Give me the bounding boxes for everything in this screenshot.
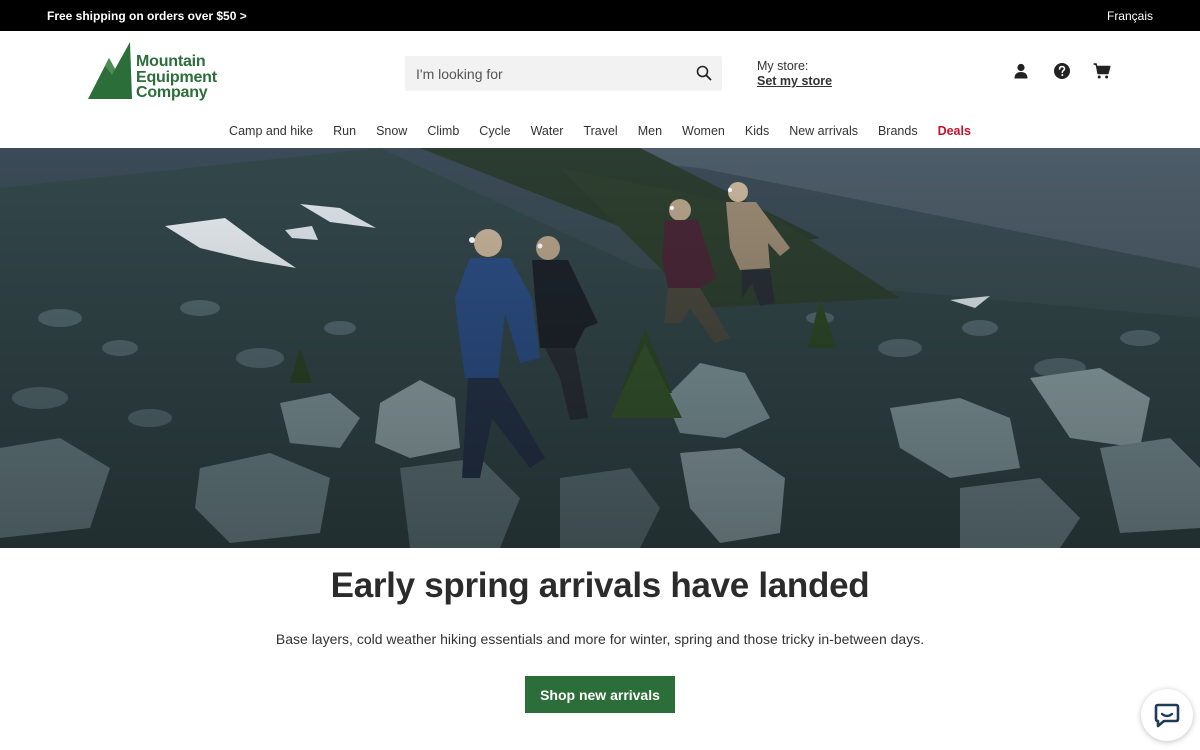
search-bar (405, 56, 722, 91)
search-icon[interactable] (696, 65, 712, 81)
chat-icon (1154, 703, 1180, 728)
logo-line-1: Mountain (136, 53, 206, 70)
mountain-logo-icon (88, 42, 132, 99)
hero-image[interactable] (0, 148, 1200, 548)
logo-line-2: Equipment (136, 68, 217, 86)
free-shipping-link[interactable]: Free shipping on orders over $50 > (47, 9, 247, 23)
mec-logo[interactable]: Mountain Equipment Company (88, 42, 238, 102)
promo-bar: Free shipping on orders over $50 > Franç… (0, 0, 1200, 31)
logo-wordmark: Mountain Equipment Company (136, 54, 217, 101)
nav-brands[interactable]: Brands (878, 124, 918, 140)
nav-cycle[interactable]: Cycle (479, 124, 510, 140)
hero-headline: Early spring arrivals have landed (330, 566, 870, 605)
store-selector: My store: Set my store (757, 59, 832, 89)
nav-snow[interactable]: Snow (376, 124, 407, 140)
help-icon[interactable] (1053, 62, 1071, 80)
set-my-store-link[interactable]: Set my store (757, 74, 832, 89)
nav-deals[interactable]: Deals (938, 124, 971, 140)
search-input[interactable] (405, 56, 686, 91)
nav-kids[interactable]: Kids (745, 124, 769, 140)
language-toggle[interactable]: Français (1107, 9, 1153, 23)
nav-men[interactable]: Men (638, 124, 662, 140)
nav-climb[interactable]: Climb (427, 124, 459, 140)
nav-new-arrivals[interactable]: New arrivals (789, 124, 858, 140)
nav-travel[interactable]: Travel (583, 124, 617, 140)
main-navigation: Camp and hike Run Snow Climb Cycle Water… (0, 124, 1200, 140)
nav-run[interactable]: Run (333, 124, 356, 140)
nav-water[interactable]: Water (531, 124, 564, 140)
nav-camp-and-hike[interactable]: Camp and hike (229, 124, 313, 140)
cart-icon[interactable] (1093, 62, 1111, 80)
shop-new-arrivals-button[interactable]: Shop new arrivals (525, 676, 675, 713)
account-icon[interactable] (1012, 62, 1030, 80)
chat-button[interactable] (1141, 689, 1193, 741)
logo-line-3: Company (136, 84, 208, 101)
nav-women[interactable]: Women (682, 124, 725, 140)
store-label: My store: (757, 59, 809, 73)
hero-subline: Base layers, cold weather hiking essenti… (275, 631, 925, 647)
